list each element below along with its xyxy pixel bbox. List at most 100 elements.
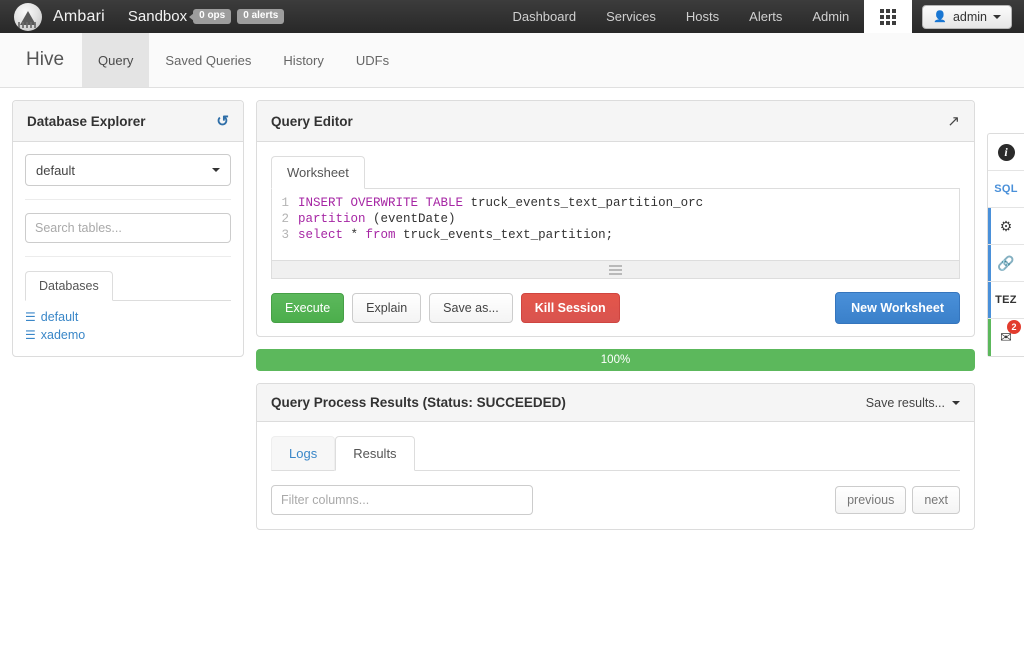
query-editor-panel: Query Editor ↗ Worksheet 1 INSERT OVERWR…: [256, 100, 975, 337]
sql-label: SQL: [994, 183, 1018, 195]
alerts-badge[interactable]: 0 alerts: [237, 9, 285, 24]
brand-name: Ambari: [53, 7, 105, 25]
tez-label: TEZ: [995, 294, 1017, 306]
editor-resize-handle[interactable]: [271, 261, 960, 279]
sql-code-editor[interactable]: 1 INSERT OVERWRITE TABLE truck_events_te…: [271, 189, 960, 261]
tab-history[interactable]: History: [267, 33, 339, 87]
main-column: Query Editor ↗ Worksheet 1 INSERT OVERWR…: [256, 100, 975, 646]
progress-fill: 100%: [256, 349, 975, 371]
line-number: 1: [281, 196, 289, 210]
save-results-label: Save results...: [865, 395, 945, 410]
tab-udfs[interactable]: UDFs: [340, 33, 405, 87]
view-navigation-bar: Hive Query Saved Queries History UDFs: [0, 33, 1024, 88]
sql-keyword: from: [365, 228, 396, 242]
sql-text: *: [343, 228, 366, 242]
database-explorer-panel: Database Explorer ↺ default Databases ☰ …: [12, 100, 244, 357]
chevron-down-icon: [993, 14, 1001, 19]
nav-services[interactable]: Services: [591, 0, 671, 33]
execute-button[interactable]: Execute: [271, 293, 345, 323]
expand-diagonal-icon[interactable]: ↗: [947, 112, 960, 130]
gear-glyph: ⚙: [999, 217, 1013, 234]
sql-tab[interactable]: SQL: [988, 171, 1024, 208]
chevron-down-icon: [952, 400, 960, 405]
database-name: xademo: [40, 328, 86, 342]
query-results-panel: Query Process Results (Status: SUCCEEDED…: [256, 383, 975, 530]
sql-keyword: partition: [298, 212, 366, 226]
tab-logs[interactable]: Logs: [271, 436, 336, 471]
results-pagination: previous next: [835, 486, 960, 514]
results-filter-row: previous next: [271, 485, 960, 515]
sql-text: truck_events_text_partition_orc: [463, 196, 704, 210]
query-results-title: Query Process Results (Status: SUCCEEDED…: [271, 395, 566, 410]
database-select[interactable]: default: [25, 154, 231, 186]
chevron-down-icon: [212, 168, 220, 172]
sql-keyword: INSERT OVERWRITE TABLE: [298, 196, 464, 210]
user-icon: 👤: [933, 11, 947, 23]
filter-columns-input[interactable]: [271, 485, 533, 515]
database-explorer-header: Database Explorer ↺: [13, 101, 243, 142]
save-as-button[interactable]: Save as...: [429, 293, 513, 323]
grid-apps-icon[interactable]: [864, 0, 913, 33]
database-icon: ☰: [25, 310, 36, 324]
list-item[interactable]: ☰ xademo: [25, 326, 231, 344]
database-list: ☰ default ☰ xademo: [25, 301, 231, 344]
query-editor-body: Worksheet 1 INSERT OVERWRITE TABLE truck…: [257, 142, 974, 336]
envelope-icon[interactable]: ✉ 2: [988, 319, 1024, 356]
ambari-logo-icon[interactable]: [14, 2, 42, 31]
code-line: 1 INSERT OVERWRITE TABLE truck_events_te…: [272, 195, 959, 211]
tab-query[interactable]: Query: [82, 33, 150, 87]
nav-hosts[interactable]: Hosts: [671, 0, 734, 33]
new-worksheet-button[interactable]: New Worksheet: [835, 292, 960, 324]
sql-text: (eventDate): [365, 212, 456, 226]
tab-worksheet[interactable]: Worksheet: [271, 156, 365, 189]
query-results-header: Query Process Results (Status: SUCCEEDED…: [257, 384, 974, 422]
code-line: 2 partition (eventDate): [272, 211, 959, 227]
tab-databases[interactable]: Databases: [25, 271, 113, 301]
list-item[interactable]: ☰ default: [25, 308, 231, 326]
refresh-icon[interactable]: ↺: [216, 112, 229, 130]
user-menu-button[interactable]: 👤 admin: [922, 4, 1012, 29]
explorer-tabs: Databases: [25, 271, 231, 301]
tab-saved-queries[interactable]: Saved Queries: [149, 33, 267, 87]
previous-page-button[interactable]: previous: [835, 486, 907, 514]
resize-grip-icon: [609, 264, 622, 275]
results-tabs: Logs Results: [271, 436, 960, 471]
database-explorer-body: default Databases ☰ default ☰ xademo: [13, 142, 243, 356]
user-name: admin: [952, 9, 987, 24]
right-sidebar-rail: i SQL ⚙ 🔗 TEZ ✉ 2: [987, 133, 1024, 357]
nav-admin[interactable]: Admin: [797, 0, 864, 33]
top-nav-links: Dashboard Services Hosts Alerts Admin 👤 …: [497, 0, 1024, 33]
editor-action-buttons: Execute Explain Save as... Kill Session …: [271, 292, 960, 324]
nav-alerts[interactable]: Alerts: [734, 0, 797, 33]
info-glyph: i: [997, 143, 1015, 161]
kill-session-button[interactable]: Kill Session: [520, 293, 620, 323]
query-editor-title: Query Editor: [271, 113, 353, 129]
database-name: default: [40, 310, 79, 324]
search-tables-input[interactable]: [25, 213, 231, 243]
explain-button[interactable]: Explain: [352, 293, 422, 323]
save-results-button[interactable]: Save results...: [866, 396, 960, 410]
top-navigation-bar: Ambari Sandbox 0 ops 0 alerts Dashboard …: [0, 0, 1024, 33]
ops-badge[interactable]: 0 ops: [189, 9, 232, 24]
tab-results[interactable]: Results: [335, 436, 415, 471]
notification-badge: 2: [1007, 320, 1021, 334]
brand-group: Ambari Sandbox 0 ops 0 alerts: [0, 2, 285, 31]
sql-keyword: select: [298, 228, 344, 242]
query-editor-header: Query Editor ↗: [257, 101, 974, 142]
query-progress-bar: 100%: [256, 349, 975, 371]
link-icon[interactable]: 🔗: [988, 245, 1024, 282]
divider: [25, 199, 231, 200]
link-glyph: 🔗: [997, 254, 1015, 271]
cluster-name: Sandbox: [127, 8, 188, 25]
page-body: Database Explorer ↺ default Databases ☰ …: [0, 88, 1024, 646]
tez-tab[interactable]: TEZ: [988, 282, 1024, 319]
worksheet-tabs: Worksheet: [271, 156, 960, 189]
gear-icon[interactable]: ⚙: [988, 208, 1024, 245]
database-explorer-title: Database Explorer: [27, 113, 146, 129]
line-number: 2: [281, 212, 289, 226]
nav-dashboard[interactable]: Dashboard: [497, 0, 591, 33]
code-line: 3 select * from truck_events_text_partit…: [272, 227, 959, 243]
info-icon[interactable]: i: [988, 134, 1024, 171]
next-page-button[interactable]: next: [912, 486, 960, 514]
query-results-body: Logs Results previous next: [257, 422, 974, 529]
